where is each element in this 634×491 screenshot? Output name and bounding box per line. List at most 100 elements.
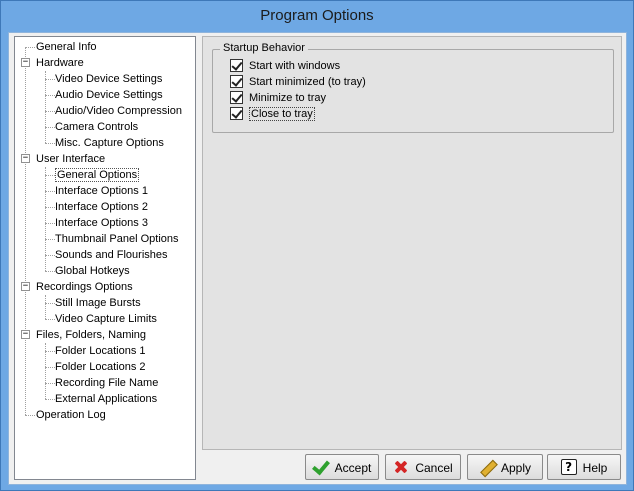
tree-collapse-toggle[interactable]: − [21,154,30,163]
tree-item-label: Video Device Settings [55,73,163,85]
tree-item[interactable]: External Applications [55,391,157,407]
tree-branch-line [45,111,55,112]
checkbox-label: Start minimized (to tray) [249,76,366,88]
tree-recordings-connector [45,295,46,319]
tree-item[interactable]: Audio/Video Compression [55,103,182,119]
tree-item-label: General Info [36,41,97,53]
tree-item[interactable]: Files, Folders, Naming [36,327,146,343]
close-to-tray-checkbox[interactable]: Close to tray [230,106,315,122]
tree-branch-line [25,47,35,48]
checkbox-check-icon[interactable] [230,74,243,88]
dialog-client-area: General Info − Hardware Video Device Settin… [8,32,627,485]
tree-hardware-connector [45,71,46,143]
tree-branch-line [45,207,55,208]
checkbox-check-icon[interactable] [230,106,243,120]
tree-root-connector [25,47,26,415]
tree-item[interactable]: Audio Device Settings [55,87,163,103]
tree-item[interactable]: Recording File Name [55,375,158,391]
start-minimized-checkbox[interactable]: Start minimized (to tray) [230,74,366,90]
tree-item-label: Hardware [36,57,84,69]
tree-item-label: Folder Locations 1 [55,345,146,357]
tree-item[interactable]: User Interface [36,151,105,167]
tree-item-label: Interface Options 3 [55,217,148,229]
tree-item-label: Folder Locations 2 [55,361,146,373]
checkbox-label: Minimize to tray [249,92,327,104]
tree-item-label: Misc. Capture Options [55,137,164,149]
program-options-window: Program Options General Info − Hardware Vid… [0,0,634,491]
tree-collapse-toggle[interactable]: − [21,282,30,291]
checkbox-check-icon[interactable] [230,58,243,72]
tree-branch-line [45,79,55,80]
tree-item-label: Thumbnail Panel Options [55,233,179,245]
tree-item[interactable]: Folder Locations 2 [55,359,146,375]
tree-branch-line [45,127,55,128]
tree-item[interactable]: Camera Controls [55,119,138,135]
tree-item[interactable]: Interface Options 3 [55,215,148,231]
tree-item-label: External Applications [55,393,158,405]
tree-item-label: Still Image Bursts [55,297,141,309]
title-bar[interactable]: Program Options [1,1,633,31]
tree-item-label: Interface Options 2 [55,201,148,213]
minimize-to-tray-checkbox[interactable]: Minimize to tray [230,90,327,106]
accept-button[interactable]: Accept [305,454,379,480]
help-icon: ? [560,458,577,475]
tree-branch-line [45,239,55,240]
tree-branch-line [45,95,55,96]
tree-item[interactable]: Folder Locations 1 [55,343,146,359]
tree-branch-line [45,367,55,368]
tree-item-label: Files, Folders, Naming [36,329,147,341]
group-title: Startup Behavior [220,42,308,54]
tree-item[interactable]: Recordings Options [36,279,133,295]
tree-item[interactable]: Operation Log [36,407,106,423]
options-tree[interactable]: General Info − Hardware Video Device Settin… [14,36,196,480]
tree-item-label: Operation Log [36,409,106,421]
tree-branch-line [45,175,55,176]
options-page: Startup Behavior Start with windows Star… [202,36,622,450]
tree-item-label: Global Hotkeys [55,265,130,277]
tree-item[interactable]: Interface Options 1 [55,183,148,199]
tree-collapse-toggle[interactable]: − [21,330,30,339]
tree-item-label: Camera Controls [55,121,139,133]
checkbox-label: Start with windows [249,60,341,72]
tree-item-label: Sounds and Flourishes [55,249,168,261]
window-title: Program Options [260,7,374,24]
tree-item[interactable]: Sounds and Flourishes [55,247,168,263]
tree-branch-line [45,303,55,304]
startup-behavior-group: Startup Behavior Start with windows Star… [212,42,614,133]
tree-item[interactable]: Interface Options 2 [55,199,148,215]
tree-branch-line [45,255,55,256]
tree-item-label: Audio Device Settings [55,89,163,101]
tree-item-label: Audio/Video Compression [55,105,182,117]
tree-item[interactable]: Still Image Bursts [55,295,141,311]
tree-item[interactable]: Video Device Settings [55,71,162,87]
tree-item[interactable]: Hardware [36,55,84,71]
tree-branch-line [45,383,55,384]
tree-item-label: Recordings Options [36,281,133,293]
tree-branch-line [45,351,55,352]
tree-item[interactable]: General Options [55,167,140,183]
tree-branch-line [25,415,35,416]
tree-item[interactable]: Thumbnail Panel Options [55,231,179,247]
tree-collapse-toggle[interactable]: − [21,58,30,67]
tree-item-label: Recording File Name [55,377,159,389]
green-checkmark-icon [313,459,329,475]
apply-button[interactable]: Apply [467,454,543,480]
tree-item[interactable]: Global Hotkeys [55,263,130,279]
pencil-icon [479,459,495,475]
help-button[interactable]: ? Help [547,454,621,480]
cancel-button[interactable]: Cancel [385,454,461,480]
tree-item-label: Video Capture Limits [55,313,157,325]
checkbox-check-icon[interactable] [230,90,243,104]
tree-branch-line [45,271,55,272]
start-with-windows-checkbox[interactable]: Start with windows [230,58,341,74]
tree-branch-line [45,399,55,400]
red-x-icon [393,459,409,475]
tree-branch-line [45,223,55,224]
tree-item[interactable]: Video Capture Limits [55,311,157,327]
tree-item[interactable]: Misc. Capture Options [55,135,164,151]
tree-branch-line [45,191,55,192]
tree-item-label: General Options [55,168,140,182]
tree-branch-line [45,319,55,320]
tree-item[interactable]: General Info [36,39,97,55]
tree-branch-line [45,143,55,144]
